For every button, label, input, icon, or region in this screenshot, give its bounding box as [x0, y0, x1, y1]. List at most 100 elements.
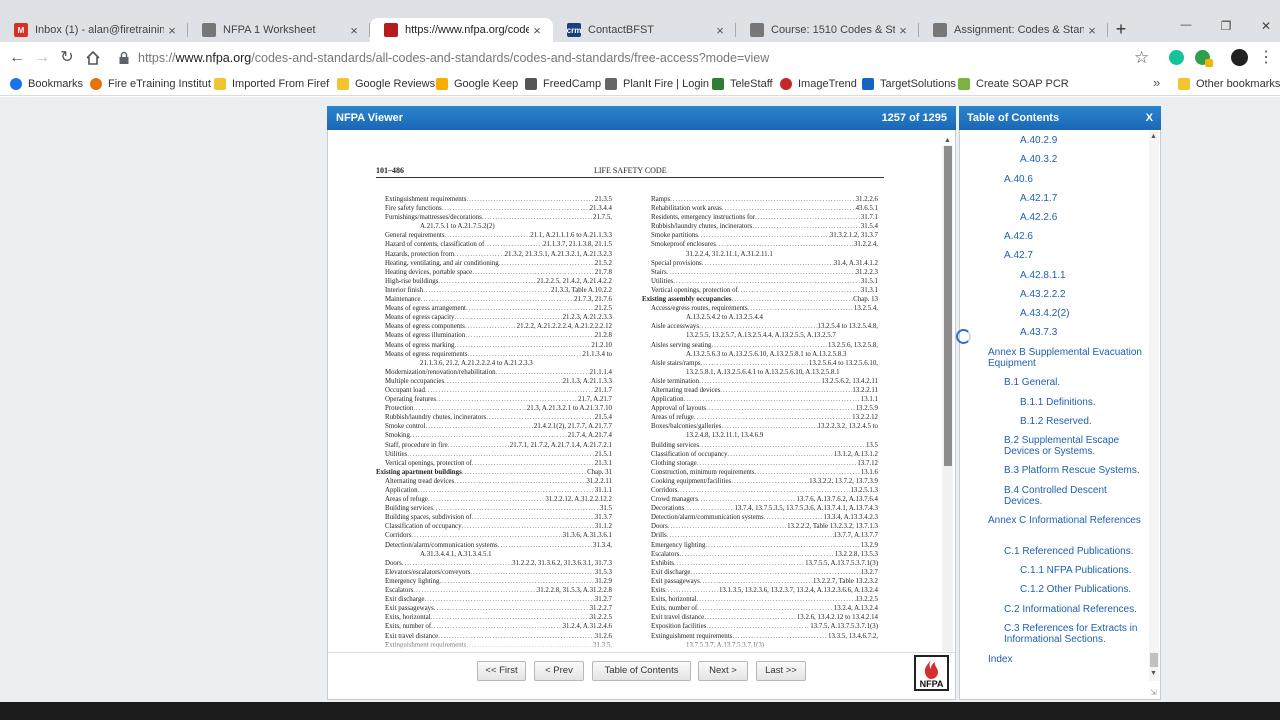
index-reference: 13.7.5.5, A.13.7.5.3.7.1(3) — [805, 559, 878, 567]
new-tab-button[interactable]: + — [1113, 18, 1129, 42]
toc-link[interactable]: C.3 References for Extracts in Informati… — [1004, 623, 1146, 645]
index-term: Means of egress requirements — [385, 350, 468, 358]
index-entry: Decorations 13.7.4, 13.7.5.3.5, 13.7.5.3.… — [642, 504, 878, 513]
toc-link[interactable]: C.1.2 Other Publications. — [1020, 584, 1146, 595]
browser-tab[interactable]: Course: 1510 Codes & Standa× — [736, 18, 919, 42]
dot-leader — [684, 395, 861, 404]
toc-link[interactable]: A.40.2.9 — [1020, 135, 1146, 146]
reload-icon[interactable]: ↻ — [57, 48, 77, 68]
window-minimize-button[interactable]: — — [1176, 19, 1196, 31]
index-reference: 13.3.2.2, 13.7.2, 13.7.3.9 — [809, 477, 878, 485]
toc-link[interactable]: B.1.2 Reserved. — [1020, 416, 1146, 427]
extension-grammarly-icon[interactable] — [1169, 50, 1184, 65]
bookmark-item[interactable]: Create SOAP PCR — [958, 76, 1069, 92]
bookmark-item[interactable]: Google Keep — [436, 76, 518, 92]
toc-link[interactable]: A.43.4.2(2) — [1020, 308, 1146, 319]
toc-link[interactable]: A.42.8.1.1 — [1020, 270, 1146, 281]
toc-link[interactable]: B.4 Controlled Descent Devices. — [1004, 485, 1146, 507]
index-entry: Existing apartment buildings Chap. 31 — [376, 468, 612, 477]
dot-leader — [721, 422, 817, 431]
toc-link[interactable]: B.3 Platform Rescue Systems. — [1004, 465, 1146, 476]
lock-icon[interactable] — [118, 51, 130, 65]
address-bar[interactable]: https://www.nfpa.org/codes-and-standards… — [138, 46, 1178, 70]
home-icon[interactable] — [84, 49, 102, 67]
toc-link[interactable]: B.1 General. — [1004, 377, 1146, 388]
browser-menu-icon[interactable]: ⋮ — [1258, 48, 1274, 68]
back-arrow-icon[interactable]: ← — [7, 48, 27, 68]
dot-leader — [667, 268, 856, 277]
index-entry: 31.2.2.4, 31.2.11.1, A.31.2.11.1 — [642, 250, 878, 259]
index-term: Aisle stairs/ramps — [651, 359, 701, 367]
bookmark-item[interactable]: ImageTrend — [780, 76, 857, 92]
toc-link[interactable]: C.1.1 NFPA Publications. — [1020, 565, 1146, 576]
tab-close-icon[interactable]: × — [712, 23, 728, 38]
table-of-contents-button[interactable]: Table of Contents — [592, 661, 691, 681]
index-entry: Residents, emergency instructions for 31.… — [642, 213, 878, 222]
browser-tab[interactable]: M Inbox (1) - alan@firetraining.c× — [0, 18, 188, 42]
bookmark-item[interactable]: Imported From Firef — [214, 76, 329, 92]
browser-tab[interactable]: Assignment: Codes & Standard× — [919, 18, 1108, 42]
toc-scroll-thumb[interactable] — [1150, 653, 1158, 667]
tab-close-icon[interactable]: × — [529, 23, 545, 38]
index-reference: 21.3.5 — [594, 196, 612, 203]
bookmarks-more-chevron[interactable]: » — [1153, 75, 1160, 90]
toc-link[interactable]: A.40.3.2 — [1020, 154, 1146, 165]
last-page-button[interactable]: Last >> — [756, 661, 806, 681]
prev-page-button[interactable]: < Prev — [534, 661, 584, 681]
document-scroll-thumb[interactable] — [944, 146, 952, 466]
browser-tab[interactable]: crm ContactBFST × — [553, 18, 736, 42]
bookmark-item[interactable]: TeleStaff — [712, 76, 773, 92]
bookmark-item[interactable]: Bookmarks — [10, 76, 83, 92]
toc-link[interactable]: A.42.7 — [1004, 250, 1146, 261]
toc-scroll-up-arrow-icon[interactable]: ▲ — [1150, 133, 1157, 140]
index-reference: 13.2.5.6, 13.2.5.8, — [828, 341, 878, 349]
index-term: Detection/alarm/communication systems — [651, 514, 764, 522]
toc-link[interactable]: A.42.2.6 — [1020, 212, 1146, 223]
index-term: 13.2.4.8, 13.2.11.1, 13.4.6.9 — [686, 432, 764, 440]
toc-scrollbar[interactable] — [1149, 131, 1159, 681]
index-term: 31.2.2.4, 31.2.11.1, A.31.2.11.1 — [686, 250, 773, 258]
bookmark-item[interactable]: Google Reviews — [337, 76, 435, 92]
scroll-up-arrow-icon[interactable]: ▲ — [944, 137, 951, 144]
toc-link[interactable]: A.42.1.7 — [1020, 193, 1146, 204]
toc-link[interactable]: B.1.1 Definitions. — [1020, 397, 1146, 408]
first-page-button[interactable]: << First — [477, 661, 526, 681]
bookmark-item[interactable]: FreedCamp — [525, 76, 601, 92]
index-term: Clothing storage — [651, 459, 697, 467]
tab-close-icon[interactable]: × — [164, 23, 180, 38]
index-entry: Rubbish/laundry chutes, incinerators 21.5… — [376, 413, 612, 422]
toc-link[interactable]: A.42.6 — [1004, 231, 1146, 242]
bookmark-item[interactable]: PlanIt Fire | Login — [605, 76, 709, 92]
toc-link[interactable]: Index — [988, 654, 1146, 665]
next-page-button[interactable]: Next > — [698, 661, 748, 681]
profile-avatar[interactable] — [1231, 49, 1248, 66]
bookmark-item[interactable]: Fire eTraining Institut — [90, 76, 211, 92]
toc-link[interactable]: C.1 Referenced Publications. — [1004, 546, 1146, 557]
tab-close-icon[interactable]: × — [1084, 23, 1100, 38]
index-entry: Building services 31.5 — [376, 504, 612, 513]
browser-tab[interactable]: https://www.nfpa.org/codes-a× — [370, 18, 553, 42]
toc-link[interactable]: Annex C Informational References — [988, 515, 1146, 526]
index-term: Construction, minimum requirements — [651, 468, 755, 476]
toc-link[interactable]: A.43.2.2.2 — [1020, 289, 1146, 300]
window-close-button[interactable]: ✕ — [1256, 19, 1276, 33]
toc-link[interactable]: C.2 Informational References. — [1004, 604, 1146, 615]
dot-leader — [467, 350, 582, 359]
toc-link[interactable]: A.40.6 — [1004, 174, 1146, 185]
bookmark-star-icon[interactable]: ☆ — [1134, 48, 1150, 68]
tab-close-icon[interactable]: × — [346, 23, 362, 38]
index-reference: 21.3.3, Table A.10.2.2 — [550, 286, 612, 294]
forward-arrow-icon[interactable]: → — [32, 48, 52, 68]
toc-link[interactable]: A.43.7.3 — [1020, 327, 1146, 338]
browser-tab[interactable]: NFPA 1 Worksheet × — [188, 18, 370, 42]
other-bookmarks[interactable]: Other bookmarks — [1178, 76, 1280, 92]
toc-close-button[interactable]: X — [1146, 112, 1153, 124]
toc-link[interactable]: Annex B Supplemental Evacuation Equipmen… — [988, 347, 1146, 369]
toc-link[interactable]: B.2 Supplemental Escape Devices or Syste… — [1004, 435, 1146, 457]
window-restore-button[interactable]: ❐ — [1216, 19, 1236, 33]
bookmark-item[interactable]: TargetSolutions — [862, 76, 956, 92]
toc-scroll-down-arrow-icon[interactable]: ▼ — [1150, 670, 1157, 677]
dot-leader — [728, 450, 834, 459]
tab-close-icon[interactable]: × — [895, 23, 911, 38]
page-number: 101–486 — [376, 166, 404, 175]
